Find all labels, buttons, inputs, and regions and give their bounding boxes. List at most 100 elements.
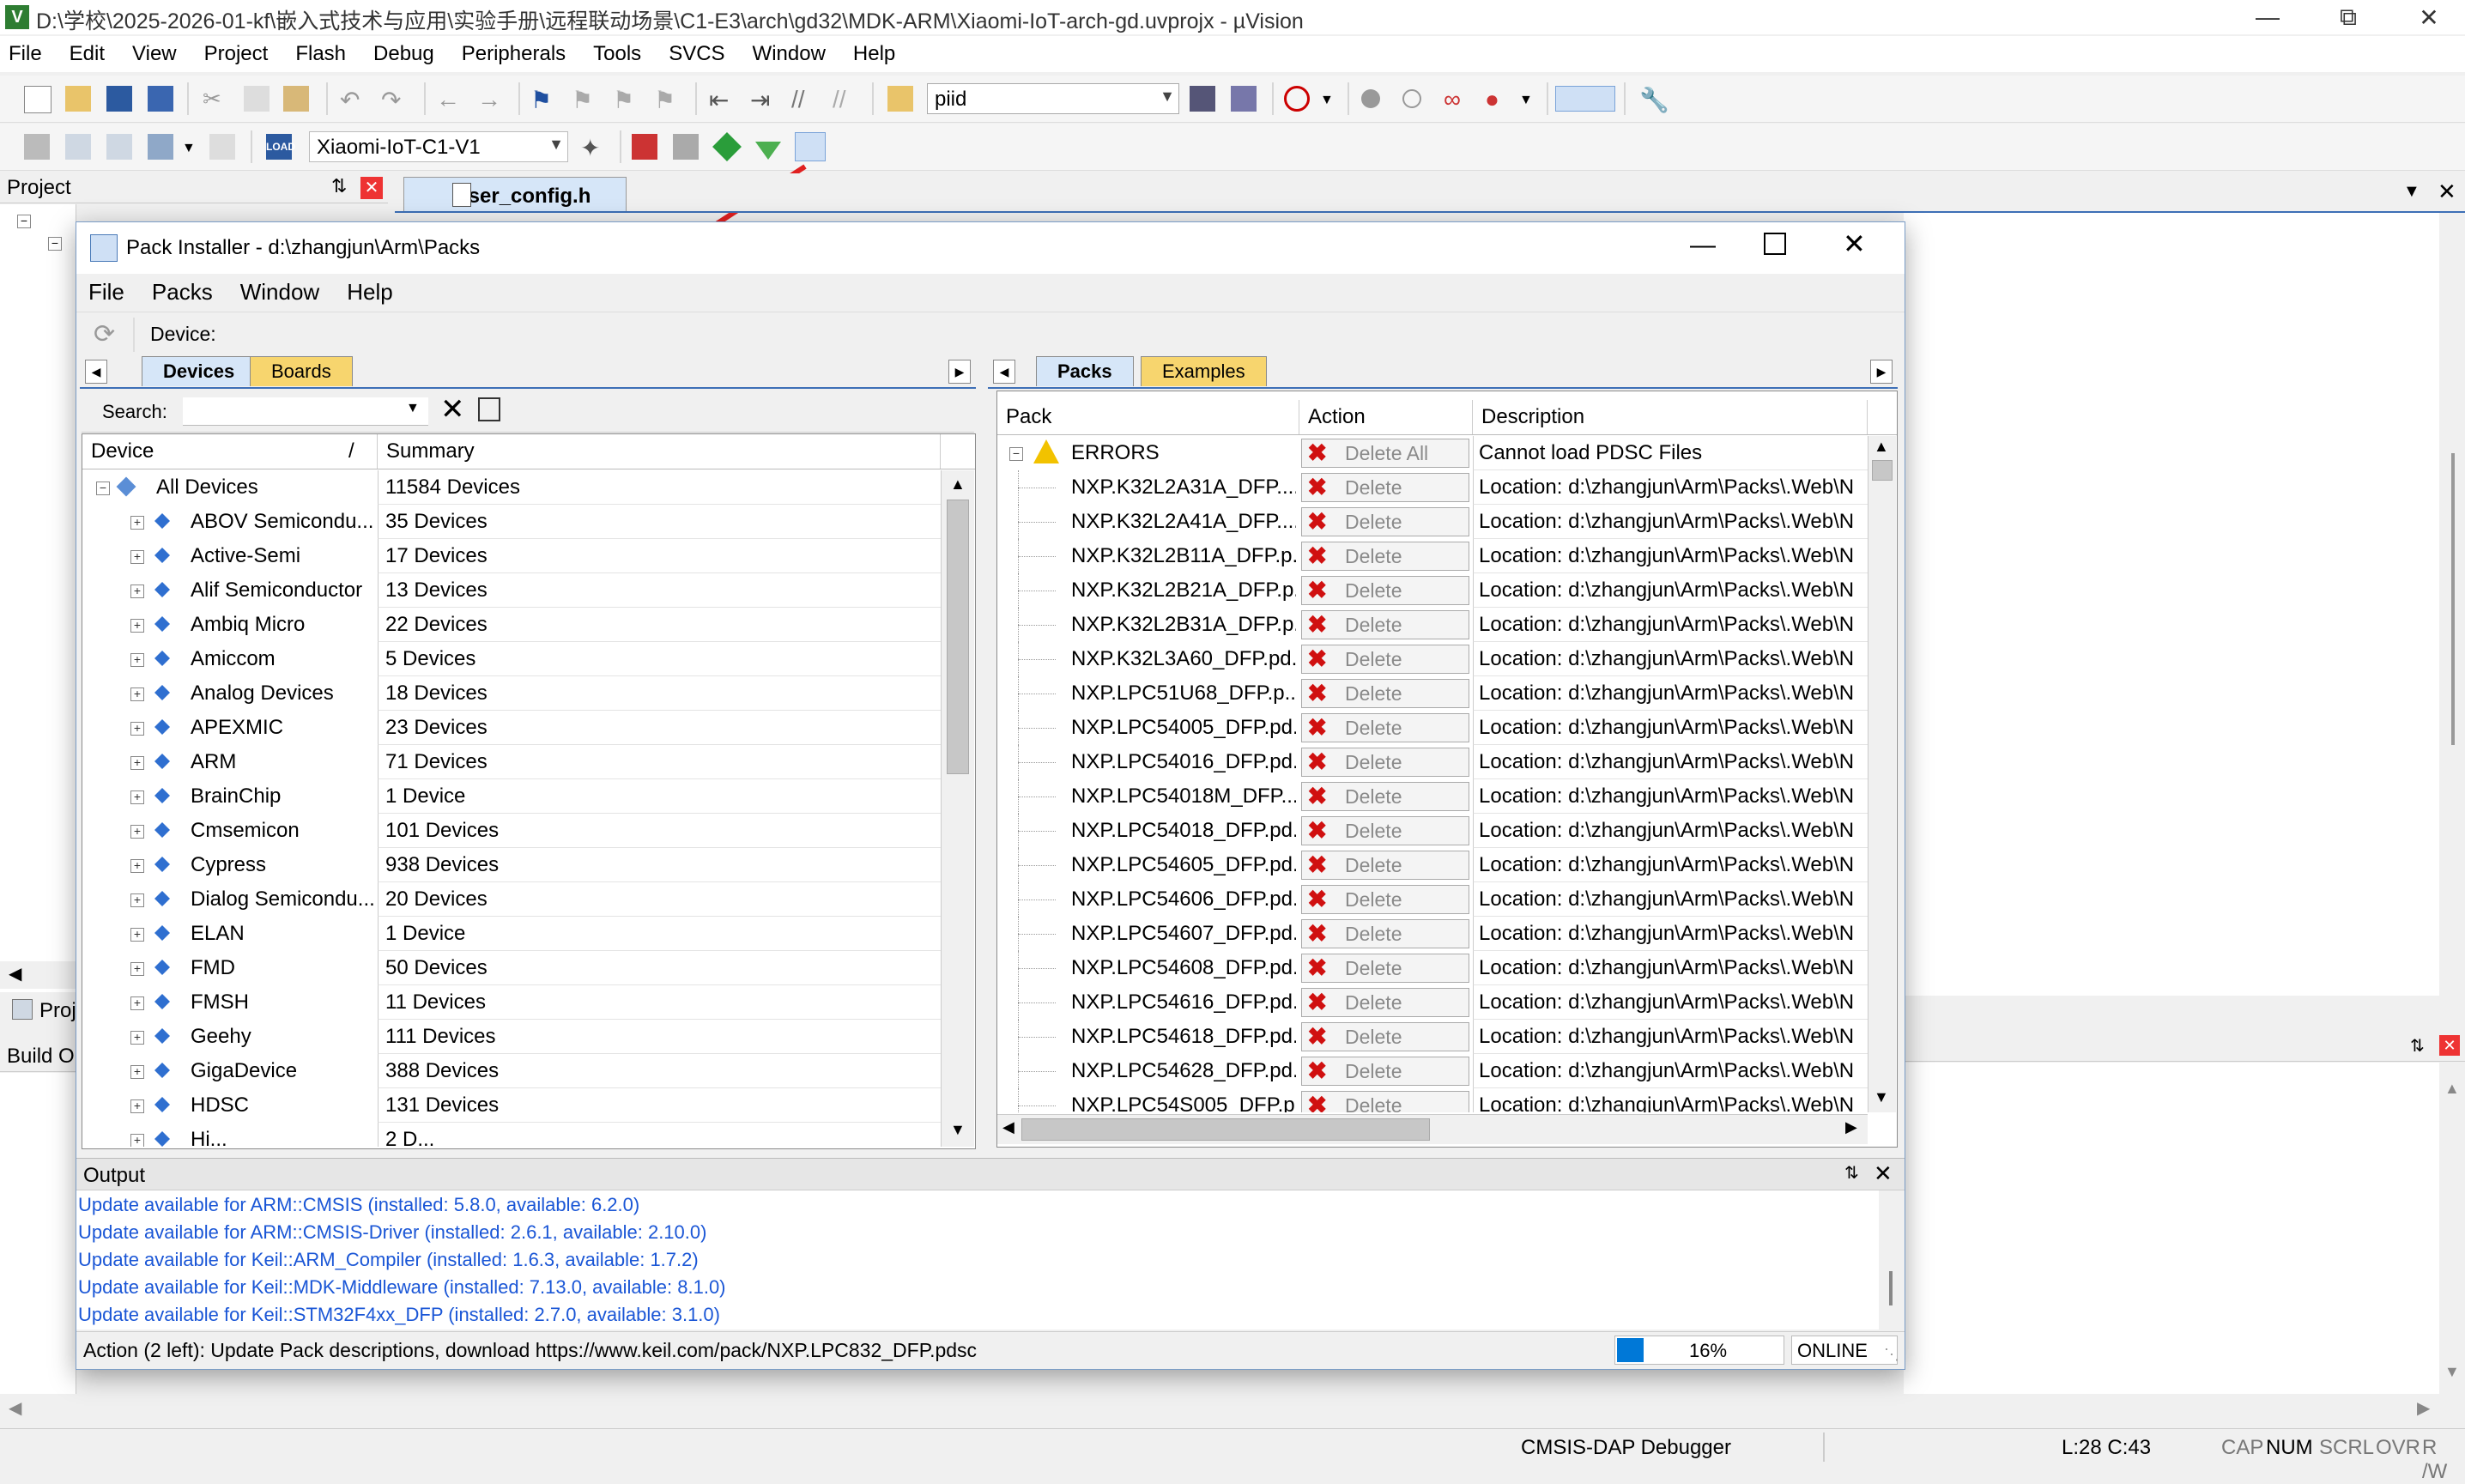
output-vscroll-thumb[interactable] xyxy=(1889,1271,1893,1305)
col-action[interactable]: Action xyxy=(1299,400,1473,434)
pack-row[interactable]: NXP.LPC54616_DFP.pd... ✖ Delete Location: d… xyxy=(997,985,1868,1020)
tree-row-vendor[interactable]: + Geehy 111 Devices xyxy=(82,1020,941,1054)
tree-row-vendor[interactable]: + ABOV Semicondu... 35 Devices xyxy=(82,505,941,539)
output-vscroll[interactable] xyxy=(1879,1190,1905,1330)
delete-button[interactable]: ✖ Delete xyxy=(1301,645,1469,674)
tree-row-vendor[interactable]: + FMSH 11 Devices xyxy=(82,985,941,1020)
close-editor-icon[interactable]: ✕ xyxy=(2438,179,2456,205)
find-icon[interactable] xyxy=(1190,86,1215,112)
breakpoint-icon[interactable] xyxy=(1361,89,1380,108)
editor-vscroll[interactable] xyxy=(2439,213,2465,996)
pack-row[interactable]: NXP.LPC54618_DFP.pd... ✖ Delete Location: d… xyxy=(997,1020,1868,1054)
bookmark-icon[interactable]: ⚑ xyxy=(530,86,556,113)
expand-icon[interactable]: + xyxy=(130,756,144,770)
clear-bookmarks-icon[interactable]: ⚑ xyxy=(654,86,680,113)
tree-row-vendor[interactable]: + Dialog Semicondu... 20 Devices xyxy=(82,882,941,917)
packs-vscroll-thumb[interactable] xyxy=(1872,460,1893,481)
resize-grip-icon[interactable]: ⋱ xyxy=(1884,1346,1899,1364)
pack-row[interactable]: NXP.LPC54005_DFP.pd... ✖ Delete Location: d… xyxy=(997,711,1868,745)
scroll-right-icon[interactable]: ▶ xyxy=(1845,1118,1857,1136)
next-bookmark-icon[interactable]: ⚑ xyxy=(613,86,639,113)
editor-content[interactable] xyxy=(1904,213,2439,996)
pack-row[interactable]: NXP.K32L2B31A_DFP.p... ✖ Delete Location: d… xyxy=(997,608,1868,642)
menu-window[interactable]: Window xyxy=(240,279,319,306)
collapse-icon[interactable]: − xyxy=(1009,447,1023,461)
comment-icon[interactable]: // xyxy=(791,86,817,112)
prev-bookmark-icon[interactable]: ⚑ xyxy=(572,86,597,113)
menu-peripherals[interactable]: Peripherals xyxy=(462,42,566,66)
delete-button[interactable]: ✖ Delete xyxy=(1301,713,1469,742)
stop-build-icon[interactable] xyxy=(209,134,235,160)
menu-file[interactable]: File xyxy=(9,42,42,66)
devices-vscroll[interactable]: ▲ ▼ xyxy=(941,470,974,1147)
menu-svcs[interactable]: SVCS xyxy=(669,42,724,66)
batch-build-icon[interactable] xyxy=(148,134,173,160)
tree-row-all-devices[interactable]: − All Devices 11584 Devices xyxy=(82,470,941,505)
find-in-files-icon[interactable] xyxy=(887,86,913,112)
tree-row-vendor[interactable]: + Ambiq Micro 22 Devices xyxy=(82,608,941,642)
expand-icon[interactable]: + xyxy=(130,996,144,1010)
pack-row[interactable]: NXP.K32L3A60_DFP.pd... ✖ Delete Location: d… xyxy=(997,642,1868,676)
tab-scroll-right-icon[interactable]: ▶ xyxy=(1870,360,1893,384)
close-icon[interactable]: ✕ xyxy=(2439,1035,2460,1056)
delete-button[interactable]: ✖ Delete xyxy=(1301,507,1469,536)
tab-devices[interactable]: Devices xyxy=(142,356,257,386)
maximize-button[interactable] xyxy=(1764,233,1786,255)
scroll-right-icon[interactable]: ▶ xyxy=(2417,1397,2430,1419)
scroll-left-icon[interactable]: ◀ xyxy=(9,963,21,984)
menu-packs[interactable]: Packs xyxy=(152,279,213,306)
tree-row-vendor[interactable]: + Analog Devices 18 Devices xyxy=(82,676,941,711)
kill-all-breakpoints-icon[interactable]: ● xyxy=(1485,86,1511,112)
open-file-icon[interactable] xyxy=(65,86,91,112)
tree-row-vendor[interactable]: + HDSC 131 Devices xyxy=(82,1088,941,1123)
redo-icon[interactable]: ↷ xyxy=(381,86,407,113)
nav-back-icon[interactable]: ← xyxy=(436,86,462,112)
scroll-up-icon[interactable]: ▲ xyxy=(1874,438,1889,456)
pack-row[interactable]: NXP.K32L2B11A_DFP.p... ✖ Delete Location: d… xyxy=(997,539,1868,573)
tree-expander[interactable]: − xyxy=(17,215,31,228)
delete-button[interactable]: ✖ Delete xyxy=(1301,954,1469,983)
find-combo[interactable]: piid ▼ xyxy=(927,83,1179,114)
collapse-icon[interactable]: − xyxy=(96,482,110,495)
copy-icon[interactable] xyxy=(244,86,270,112)
pack-row[interactable]: NXP.LPC54605_DFP.pd... ✖ Delete Location: d… xyxy=(997,848,1868,882)
close-icon[interactable]: ✕ xyxy=(360,177,383,199)
expand-icon[interactable]: + xyxy=(130,1065,144,1079)
packs-hscroll-thumb[interactable] xyxy=(1021,1118,1430,1141)
delete-button[interactable]: ✖ Delete xyxy=(1301,542,1469,571)
cut-icon[interactable]: ✂ xyxy=(203,86,228,112)
menu-help[interactable]: Help xyxy=(347,279,392,306)
tree-expander[interactable]: − xyxy=(48,237,62,251)
delete-button[interactable]: ✖ Delete xyxy=(1301,1057,1469,1086)
pack-row-errors[interactable]: − ERRORS ✖ Delete All Cannot load PDSC F… xyxy=(997,436,1868,470)
delete-button[interactable]: ✖ Delete xyxy=(1301,473,1469,502)
load-icon[interactable]: LOAD xyxy=(266,134,295,160)
delete-button[interactable]: ✖ Delete xyxy=(1301,748,1469,777)
manage-run-time-icon[interactable] xyxy=(632,134,657,160)
pack-row[interactable]: NXP.LPC54607_DFP.pd... ✖ Delete Location: d… xyxy=(997,917,1868,951)
bottom-panel-vscroll[interactable]: ▲ ▼ xyxy=(2439,1063,2465,1399)
close-button[interactable]: ✕ xyxy=(2389,0,2465,34)
expand-icon[interactable]: + xyxy=(130,550,144,564)
scroll-down-icon[interactable]: ▼ xyxy=(950,1121,966,1139)
clear-search-icon[interactable]: ✕ xyxy=(440,392,465,427)
tab-list-dropdown-icon[interactable]: ▼ xyxy=(2403,182,2420,202)
expand-icon[interactable]: + xyxy=(130,1134,144,1147)
menu-window[interactable]: Window xyxy=(753,42,826,66)
delete-button[interactable]: ✖ Delete xyxy=(1301,679,1469,708)
editor-tab-user-config[interactable]: user_config.h xyxy=(403,177,627,211)
refresh-icon[interactable]: ⟳ xyxy=(94,319,115,349)
col-description[interactable]: Description xyxy=(1473,400,1868,434)
tree-row-vendor[interactable]: + Alif Semiconductor 13 Devices xyxy=(82,573,941,608)
minimize-button[interactable]: — xyxy=(1690,231,1716,260)
expand-icon[interactable]: + xyxy=(130,790,144,804)
uncomment-icon[interactable]: // xyxy=(833,86,858,112)
tree-row-vendor[interactable]: + Amiccom 5 Devices xyxy=(82,642,941,676)
pack-row[interactable]: NXP.LPC54S005_DFP.p... ✖ Delete Location: d… xyxy=(997,1088,1868,1112)
chevron-down-icon[interactable]: ▼ xyxy=(1160,88,1175,106)
close-icon[interactable]: ✕ xyxy=(1874,1160,1893,1187)
delete-button[interactable]: ✖ Delete xyxy=(1301,1022,1469,1051)
col-summary[interactable]: Summary xyxy=(378,434,941,469)
tab-packs[interactable]: Packs xyxy=(1036,356,1134,386)
pack-row[interactable]: NXP.LPC54606_DFP.pd... ✖ Delete Location: d… xyxy=(997,882,1868,917)
